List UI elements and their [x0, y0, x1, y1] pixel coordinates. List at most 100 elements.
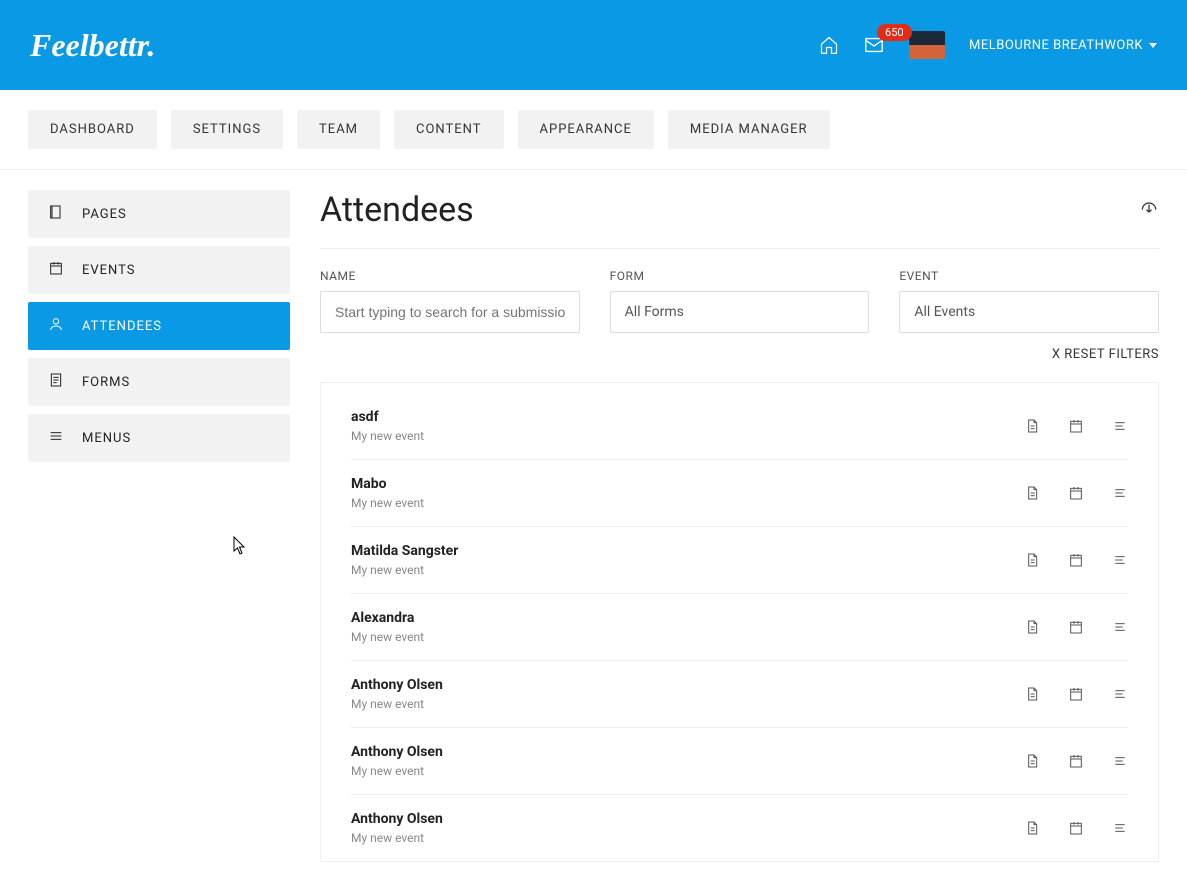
topnav-item-media-manager[interactable]: MEDIA MANAGER [668, 110, 830, 149]
download-icon[interactable] [1139, 198, 1159, 222]
mail-icon[interactable]: 650 [863, 34, 885, 56]
row-actions [1024, 619, 1128, 635]
form-select[interactable]: All Forms [610, 291, 870, 333]
topnav-item-dashboard[interactable]: DASHBOARD [28, 110, 157, 149]
row-text: Mabo My new event [351, 476, 424, 510]
content: PAGES EVENTS ATTENDEES FORMS MENUS Attendees… [0, 170, 1187, 882]
details-icon[interactable] [1112, 619, 1128, 635]
attendee-name: Anthony Olsen [351, 811, 443, 827]
attendee-name: asdf [351, 409, 424, 425]
filter-form: FORM All Forms [610, 269, 870, 333]
attendee-event: My new event [351, 764, 443, 778]
list-item: Anthony Olsen My new event [351, 661, 1128, 728]
details-icon[interactable] [1112, 418, 1128, 434]
attendee-event: My new event [351, 831, 443, 845]
row-text: AlexandraMy new event [351, 610, 424, 644]
page-icon [48, 204, 64, 224]
list-item: Mabo My new event [351, 460, 1128, 527]
row-text: Matilda SangsterMy new event [351, 543, 458, 577]
home-icon[interactable] [819, 35, 839, 55]
menu-icon [48, 428, 64, 448]
calendar-icon [48, 260, 64, 280]
row-text: Anthony Olsen My new event [351, 677, 443, 711]
list-item: asdf My new event [351, 393, 1128, 460]
details-icon[interactable] [1112, 753, 1128, 769]
attendee-name: Anthony Olsen [351, 744, 443, 760]
sidebar-item-menus[interactable]: MENUS [28, 414, 290, 462]
sidebar-item-label: FORMS [82, 375, 130, 390]
sidebar-item-forms[interactable]: FORMS [28, 358, 290, 406]
calendar-icon[interactable] [1068, 753, 1084, 769]
attendee-event: My new event [351, 496, 424, 510]
account-name-label: MELBOURNE BREATHWORK [969, 38, 1143, 53]
row-actions [1024, 552, 1128, 568]
details-icon[interactable] [1112, 552, 1128, 568]
page-header: Attendees [320, 190, 1159, 249]
event-select[interactable]: All Events [899, 291, 1159, 333]
top-nav: DASHBOARD SETTINGS TEAM CONTENT APPEARANCE ME… [0, 90, 1187, 170]
sidebar-item-attendees[interactable]: ATTENDEES [28, 302, 290, 350]
row-actions [1024, 686, 1128, 702]
logo: Feelbettr. [30, 27, 155, 64]
account-dropdown[interactable]: MELBOURNE BREATHWORK [969, 38, 1157, 53]
attendee-list: asdfMy new eventMaboMy new eventMatilda … [320, 382, 1159, 862]
attendee-name: Mabo [351, 476, 424, 492]
form-icon [48, 372, 64, 392]
document-icon[interactable] [1024, 418, 1040, 434]
chevron-down-icon [1149, 43, 1157, 48]
topnav-item-appearance[interactable]: APPEARANCE [518, 110, 654, 149]
topnav-item-team[interactable]: TEAM [297, 110, 380, 149]
list-item: AlexandraMy new event [351, 594, 1128, 661]
attendee-event: My new event [351, 697, 443, 711]
details-icon[interactable] [1112, 686, 1128, 702]
attendee-event: My new event [351, 429, 424, 443]
search-input[interactable] [320, 291, 580, 333]
row-actions [1024, 753, 1128, 769]
list-item: Matilda SangsterMy new event [351, 527, 1128, 594]
sidebar-item-label: EVENTS [82, 263, 136, 278]
attendee-name: Alexandra [351, 610, 424, 626]
header-right: 650 MELBOURNE BREATHWORK [819, 31, 1157, 59]
calendar-icon[interactable] [1068, 485, 1084, 501]
details-icon[interactable] [1112, 820, 1128, 836]
document-icon[interactable] [1024, 485, 1040, 501]
mail-badge: 650 [877, 24, 912, 41]
calendar-icon[interactable] [1068, 686, 1084, 702]
main: Attendees NAME FORM All Forms EVENT All … [320, 190, 1159, 862]
calendar-icon[interactable] [1068, 619, 1084, 635]
filter-form-label: FORM [610, 269, 870, 283]
avatar[interactable] [909, 31, 945, 59]
person-icon [48, 316, 64, 336]
row-actions [1024, 820, 1128, 836]
document-icon[interactable] [1024, 552, 1040, 568]
filter-name: NAME [320, 269, 580, 333]
filter-name-label: NAME [320, 269, 580, 283]
app-header: Feelbettr. 650 MELBOURNE BREATHWORK [0, 0, 1187, 90]
calendar-icon[interactable] [1068, 418, 1084, 434]
sidebar-item-label: MENUS [82, 431, 131, 446]
calendar-icon[interactable] [1068, 820, 1084, 836]
topnav-item-content[interactable]: CONTENT [394, 110, 504, 149]
sidebar-item-label: ATTENDEES [82, 319, 162, 334]
calendar-icon[interactable] [1068, 552, 1084, 568]
document-icon[interactable] [1024, 820, 1040, 836]
attendee-event: My new event [351, 563, 458, 577]
row-actions [1024, 485, 1128, 501]
document-icon[interactable] [1024, 686, 1040, 702]
filter-event-label: EVENT [899, 269, 1159, 283]
filter-event: EVENT All Events [899, 269, 1159, 333]
list-item: Anthony Olsen My new event [351, 728, 1128, 795]
reset-row: X RESET FILTERS [320, 343, 1159, 362]
reset-filters-button[interactable]: X RESET FILTERS [1052, 347, 1159, 362]
sidebar-item-pages[interactable]: PAGES [28, 190, 290, 238]
topnav-item-settings[interactable]: SETTINGS [171, 110, 283, 149]
document-icon[interactable] [1024, 619, 1040, 635]
row-text: Anthony Olsen My new event [351, 811, 443, 845]
page-title: Attendees [320, 190, 474, 230]
attendee-name: Anthony Olsen [351, 677, 443, 693]
sidebar-item-events[interactable]: EVENTS [28, 246, 290, 294]
filters: NAME FORM All Forms EVENT All Events [320, 269, 1159, 333]
sidebar: PAGES EVENTS ATTENDEES FORMS MENUS [28, 190, 290, 862]
details-icon[interactable] [1112, 485, 1128, 501]
document-icon[interactable] [1024, 753, 1040, 769]
